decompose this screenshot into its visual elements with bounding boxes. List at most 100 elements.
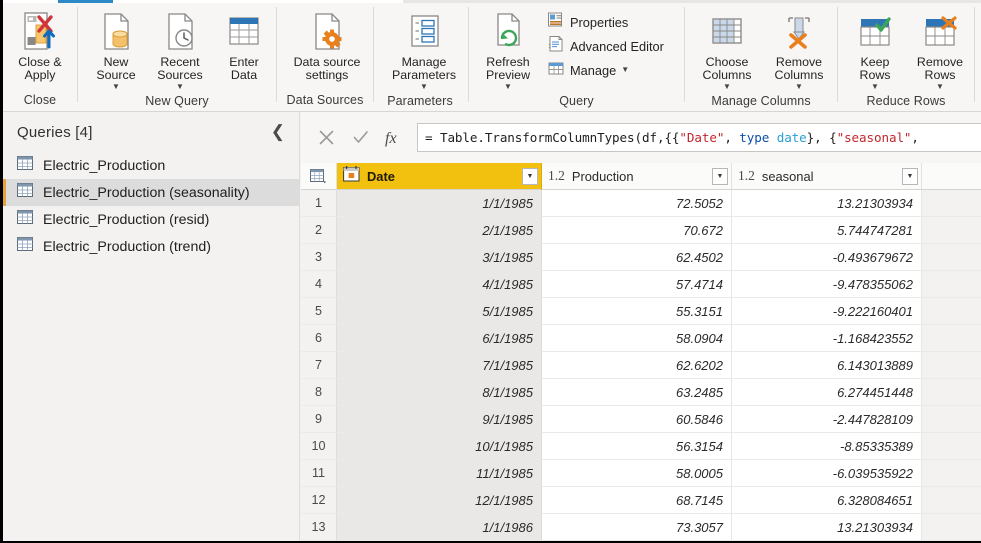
query-item-electric-production-trend[interactable]: Electric_Production (trend) xyxy=(3,233,299,260)
new-source-dropdown-caret[interactable]: ▼ xyxy=(112,82,120,91)
decimal-type-icon[interactable]: 1.2 xyxy=(548,168,565,184)
table-row[interactable]: 8 8/1/1985 63.2485 6.274451448 xyxy=(301,379,981,406)
manage-parameters-dropdown-caret[interactable]: ▼ xyxy=(420,82,428,91)
cell-seasonal[interactable]: 6.328084651 xyxy=(732,487,922,514)
table-row[interactable]: 2 2/1/1985 70.672 5.744747281 xyxy=(301,217,981,244)
new-source-button[interactable]: New Source ▼ xyxy=(84,7,148,91)
cell-production[interactable]: 62.4502 xyxy=(542,244,732,271)
row-number[interactable]: 4 xyxy=(301,271,337,298)
cell-date[interactable]: 10/1/1985 xyxy=(337,433,542,460)
cell-production[interactable]: 60.5846 xyxy=(542,406,732,433)
row-number[interactable]: 7 xyxy=(301,352,337,379)
cell-production[interactable]: 58.0904 xyxy=(542,325,732,352)
manage-parameters-button[interactable]: Manage Parameters ▼ xyxy=(380,7,468,91)
recent-sources-dropdown-caret[interactable]: ▼ xyxy=(176,82,184,91)
close-apply-button[interactable]: Close & Apply xyxy=(3,7,77,83)
advanced-editor-button[interactable]: Advanced Editor xyxy=(543,34,668,58)
cell-seasonal[interactable]: 6.143013889 xyxy=(732,352,922,379)
query-item-electric-production-resid[interactable]: Electric_Production (resid) xyxy=(3,206,299,233)
cell-seasonal[interactable]: -9.478355062 xyxy=(732,271,922,298)
check-icon[interactable] xyxy=(343,123,377,153)
cell-seasonal[interactable]: -8.85335389 xyxy=(732,433,922,460)
cell-date[interactable]: 6/1/1985 xyxy=(337,325,542,352)
cell-production[interactable]: 55.3151 xyxy=(542,298,732,325)
cell-date[interactable]: 11/1/1985 xyxy=(337,460,542,487)
cell-production[interactable]: 63.2485 xyxy=(542,379,732,406)
row-number[interactable]: 8 xyxy=(301,379,337,406)
data-source-settings-button[interactable]: Data source settings xyxy=(281,7,373,83)
cancel-x-icon[interactable] xyxy=(309,123,343,153)
cell-seasonal[interactable]: -1.168423552 xyxy=(732,325,922,352)
row-number[interactable]: 10 xyxy=(301,433,337,460)
cell-production[interactable]: 68.7145 xyxy=(542,487,732,514)
remove-rows-button[interactable]: Remove Rows ▼ xyxy=(906,7,974,91)
row-number[interactable]: 11 xyxy=(301,460,337,487)
cell-production[interactable]: 70.672 xyxy=(542,217,732,244)
table-row[interactable]: 10 10/1/1985 56.3154 -8.85335389 xyxy=(301,433,981,460)
row-number[interactable]: 5 xyxy=(301,298,337,325)
cell-production[interactable]: 72.5052 xyxy=(542,190,732,217)
table-row[interactable]: 11 11/1/1985 58.0005 -6.039535922 xyxy=(301,460,981,487)
choose-columns-button[interactable]: Choose Columns ▼ xyxy=(691,7,763,91)
table-row[interactable]: 6 6/1/1985 58.0904 -1.168423552 xyxy=(301,325,981,352)
table-row[interactable]: 9 9/1/1985 60.5846 -2.447828109 xyxy=(301,406,981,433)
cell-seasonal[interactable]: 6.274451448 xyxy=(732,379,922,406)
table-row[interactable]: 1 1/1/1985 72.5052 13.21303934 xyxy=(301,190,981,217)
filter-dropdown-icon-seasonal[interactable]: ▼ xyxy=(902,167,918,185)
column-header-production[interactable]: 1.2 Production ▼ xyxy=(542,163,732,190)
keep-rows-dropdown-caret[interactable]: ▼ xyxy=(871,82,879,91)
grid-rows[interactable]: 1 1/1/1985 72.5052 13.21303934 2 2/1/1985 70.6… xyxy=(301,190,981,541)
row-number[interactable]: 2 xyxy=(301,217,337,244)
row-number[interactable]: 1 xyxy=(301,190,337,217)
keep-rows-button[interactable]: Keep Rows ▼ xyxy=(844,7,906,91)
date-type-icon[interactable] xyxy=(343,165,360,187)
cell-date[interactable]: 4/1/1985 xyxy=(337,271,542,298)
cell-production[interactable]: 57.4714 xyxy=(542,271,732,298)
cell-seasonal[interactable]: 13.21303934 xyxy=(732,190,922,217)
cell-seasonal[interactable]: -2.447828109 xyxy=(732,406,922,433)
query-item-electric-production-seasonality[interactable]: Electric_Production (seasonality) xyxy=(3,179,299,206)
cell-date[interactable]: 1/1/1986 xyxy=(337,514,542,541)
table-row[interactable]: 3 3/1/1985 62.4502 -0.493679672 xyxy=(301,244,981,271)
row-number[interactable]: 6 xyxy=(301,325,337,352)
cell-production[interactable]: 73.3057 xyxy=(542,514,732,541)
enter-data-button[interactable]: Enter Data xyxy=(212,7,276,83)
column-header-date[interactable]: Date ▼ xyxy=(337,163,542,190)
cell-production[interactable]: 58.0005 xyxy=(542,460,732,487)
query-item-electric-production[interactable]: Electric_Production xyxy=(3,152,299,179)
remove-columns-dropdown-caret[interactable]: ▼ xyxy=(795,82,803,91)
remove-rows-dropdown-caret[interactable]: ▼ xyxy=(936,82,944,91)
formula-input[interactable]: = Table.TransformColumnTypes(df,{{"Date"… xyxy=(417,123,981,152)
cell-production[interactable]: 62.6202 xyxy=(542,352,732,379)
table-row[interactable]: 4 4/1/1985 57.4714 -9.478355062 xyxy=(301,271,981,298)
cell-seasonal[interactable]: 13.21303934 xyxy=(732,514,922,541)
cell-production[interactable]: 56.3154 xyxy=(542,433,732,460)
cell-seasonal[interactable]: 5.744747281 xyxy=(732,217,922,244)
table-row[interactable]: 5 5/1/1985 55.3151 -9.222160401 xyxy=(301,298,981,325)
choose-columns-dropdown-caret[interactable]: ▼ xyxy=(723,82,731,91)
remove-columns-button[interactable]: Remove Columns ▼ xyxy=(763,7,835,91)
row-number[interactable]: 9 xyxy=(301,406,337,433)
cell-date[interactable]: 3/1/1985 xyxy=(337,244,542,271)
table-row[interactable]: 7 7/1/1985 62.6202 6.143013889 xyxy=(301,352,981,379)
properties-button[interactable]: Properties xyxy=(543,10,668,34)
column-header-seasonal[interactable]: 1.2 seasonal ▼ xyxy=(732,163,922,190)
cell-date[interactable]: 1/1/1985 xyxy=(337,190,542,217)
row-number[interactable]: 3 xyxy=(301,244,337,271)
row-number[interactable]: 13 xyxy=(301,514,337,541)
manage-dropdown-caret[interactable]: ▼ xyxy=(621,66,629,74)
table-row[interactable]: 13 1/1/1986 73.3057 13.21303934 xyxy=(301,514,981,541)
cell-seasonal[interactable]: -9.222160401 xyxy=(732,298,922,325)
table-row[interactable]: 12 12/1/1985 68.7145 6.328084651 xyxy=(301,487,981,514)
refresh-preview-dropdown-caret[interactable]: ▼ xyxy=(504,82,512,91)
filter-dropdown-icon-date[interactable]: ▼ xyxy=(522,167,538,185)
manage-button[interactable]: Manage ▼ xyxy=(543,58,668,82)
cell-date[interactable]: 5/1/1985 xyxy=(337,298,542,325)
cell-date[interactable]: 12/1/1985 xyxy=(337,487,542,514)
decimal-type-icon[interactable]: 1.2 xyxy=(738,168,755,184)
row-number[interactable]: 12 xyxy=(301,487,337,514)
select-all-table-icon[interactable] xyxy=(301,163,337,190)
filter-dropdown-icon-production[interactable]: ▼ xyxy=(712,167,728,185)
cell-seasonal[interactable]: -0.493679672 xyxy=(732,244,922,271)
cell-date[interactable]: 8/1/1985 xyxy=(337,379,542,406)
